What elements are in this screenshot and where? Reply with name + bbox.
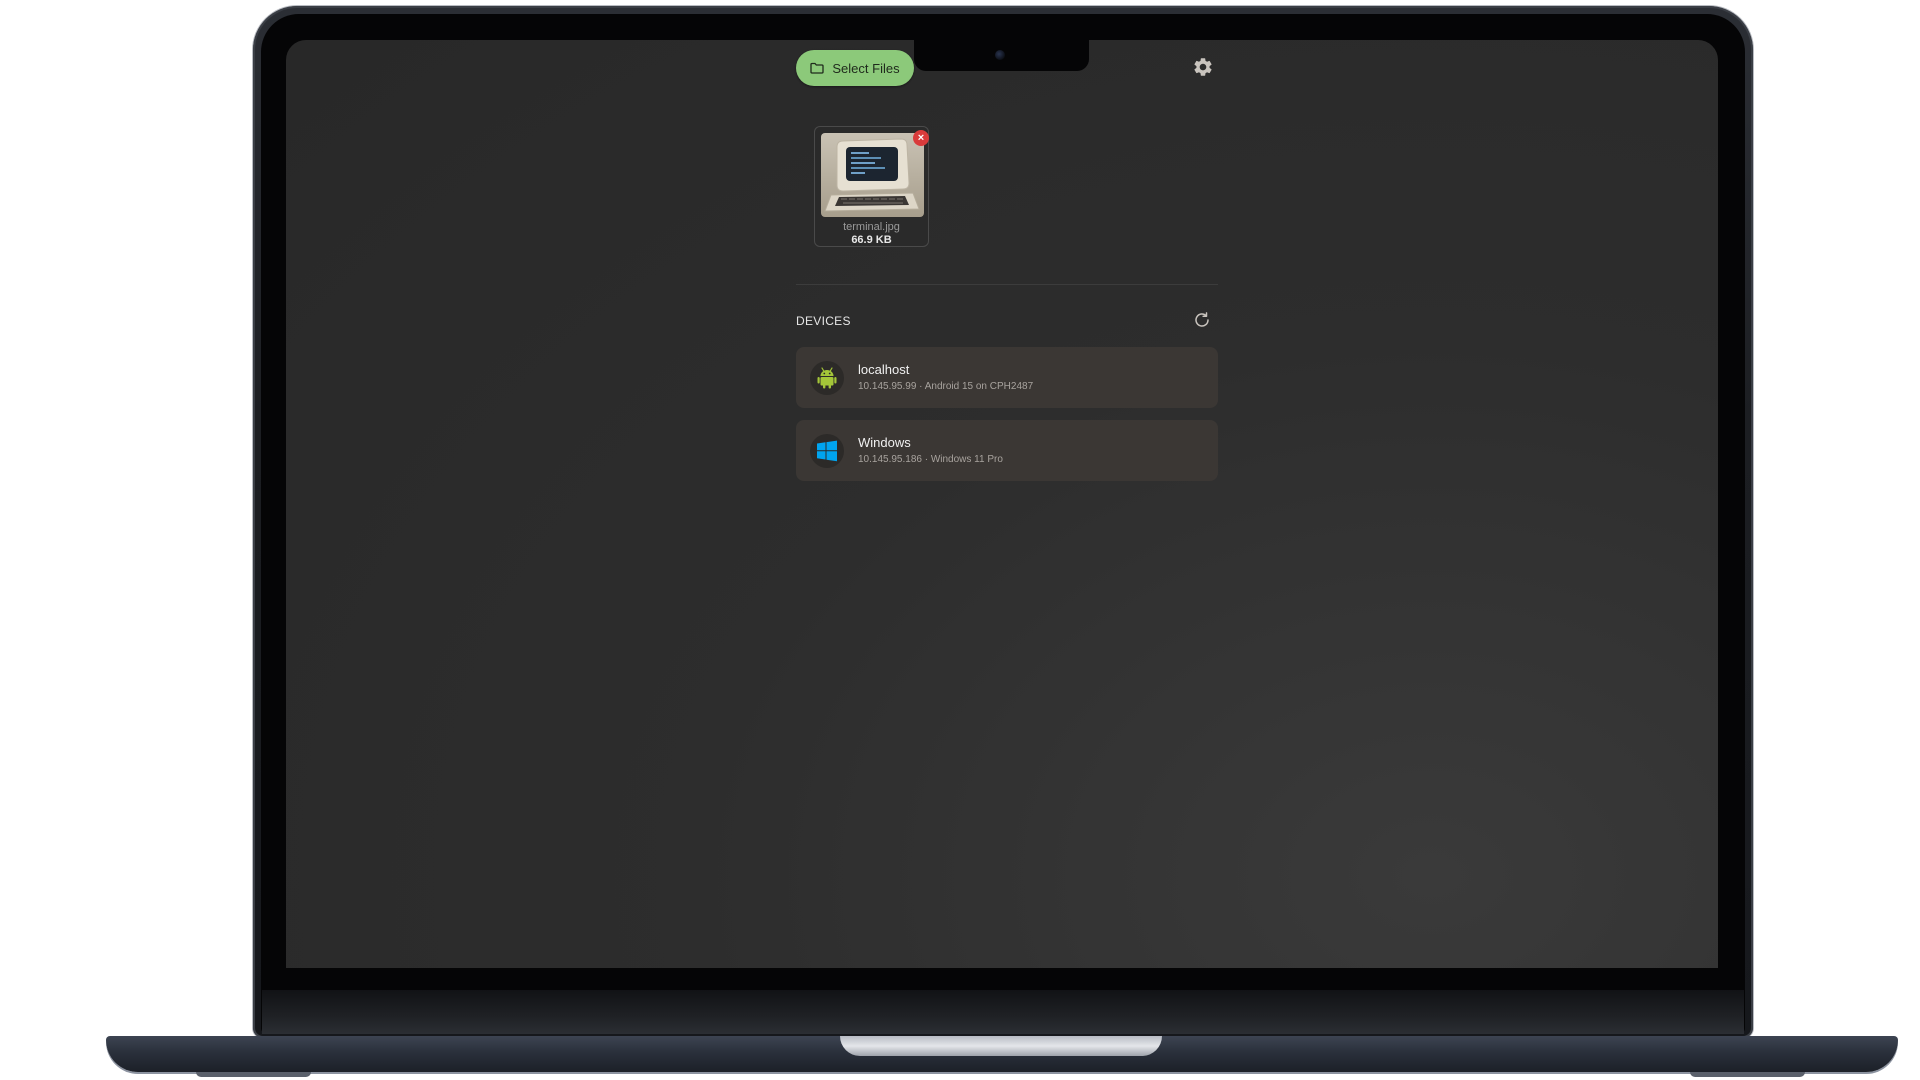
device-card-localhost[interactable]: localhost 10.145.95.99 · Android 15 on C… (796, 347, 1218, 408)
section-divider (796, 284, 1218, 285)
device-card-windows[interactable]: Windows 10.145.95.186 · Windows 11 Pro (796, 420, 1218, 481)
file-size: 66.9 KB (851, 234, 892, 246)
camera-icon (995, 50, 1005, 60)
trackpad-notch (840, 1036, 1162, 1056)
computer-terminal-image (821, 133, 924, 217)
laptop-mockup: Select Files × terminal.jpg 66.9 KB DEVI… (0, 0, 1920, 1080)
select-files-button[interactable]: Select Files (796, 50, 914, 86)
file-thumbnail (821, 133, 924, 217)
device-name: Windows (858, 435, 911, 450)
camera-notch (914, 40, 1089, 71)
device-icon-container (810, 434, 844, 468)
devices-heading: DEVICES (796, 314, 851, 328)
settings-button[interactable] (1190, 54, 1216, 80)
android-icon (817, 367, 837, 389)
select-files-label: Select Files (832, 60, 900, 76)
device-detail: 10.145.95.186 · Windows 11 Pro (858, 454, 1003, 465)
folder-icon (810, 62, 825, 74)
close-icon: × (917, 132, 925, 144)
device-detail: 10.145.95.99 · Android 15 on CPH2487 (858, 381, 1034, 392)
file-name: terminal.jpg (843, 221, 900, 233)
screen-chin (262, 990, 1744, 1034)
device-icon-container (810, 361, 844, 395)
file-card: × terminal.jpg 66.9 KB (814, 126, 929, 247)
gear-icon (1194, 58, 1212, 76)
laptop-foot-right (1690, 1072, 1805, 1077)
device-name: localhost (858, 362, 910, 377)
windows-icon (817, 440, 837, 462)
laptop-foot-left (196, 1072, 311, 1077)
remove-file-button[interactable]: × (913, 130, 929, 146)
refresh-icon (1195, 312, 1209, 327)
refresh-devices-button[interactable] (1192, 310, 1212, 330)
app-window: Select Files × terminal.jpg 66.9 KB DEVI… (286, 40, 1718, 968)
